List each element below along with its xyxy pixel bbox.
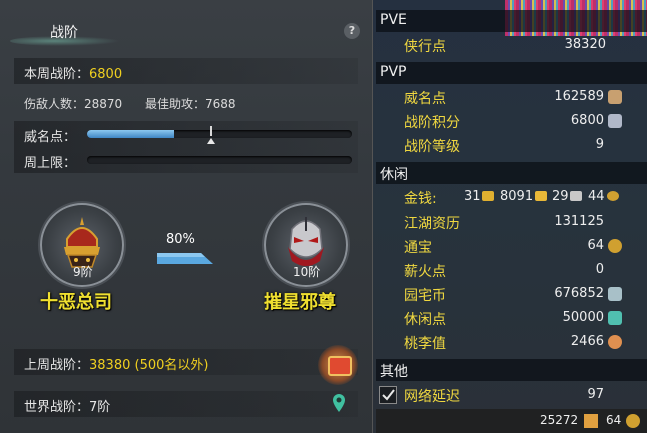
week-rank-label: 本周战阶： [24,67,90,82]
row-jianghu: 江湖资历 131125 [404,214,604,232]
row-money: 金钱: 31 8091 29 44 [376,185,647,209]
next-rank-name: 摧星邪尊 [264,292,336,313]
arrow-right-icon [157,253,213,264]
advance-percent: 80% [166,232,195,247]
week-rank-row: 本周战阶：6800 [14,58,358,84]
week-cap-bar [87,156,352,164]
panel-title: 战阶 [50,25,78,41]
leisure-points-icon [608,311,622,325]
best-assist-value: 7688 [205,97,236,111]
week-rank-value: 6800 [89,67,123,82]
kills-value: 28870 [84,97,123,111]
rank-points-icon [608,114,622,128]
last-week-value: 38380 (500名以外) [89,358,209,373]
fame-marker [210,126,212,136]
peach-icon [608,335,622,349]
fame-progress-fill [87,130,175,138]
silver-ingot-icon [570,191,582,201]
world-rank-row: 世界战阶：7阶 [14,391,358,417]
best-assist-label: 最佳助攻： [145,97,206,111]
flag-icon [584,414,598,428]
bottom-status-bar: 25272 64 [376,409,647,433]
row-xinhuo: 薪火点 0 [404,262,604,280]
gold-ingot-icon [535,191,547,201]
row-leisure-points: 休闲点 50000 [376,306,636,330]
row-tongbao: 通宝 64 [376,234,636,258]
garden-coin-icon [608,287,622,301]
current-rank-level: 9阶 [73,265,93,279]
kills-label: 伤敌人数： [24,97,85,111]
fame-label: 威名点： [24,130,77,145]
fame-progress-bar [87,126,352,144]
section-pvp: PVP [376,62,647,84]
last-week-row: 上周战阶：38380 (500名以外) [14,349,358,375]
next-rank-level: 10阶 [293,265,321,279]
bottom-left-value: 25272 [540,413,579,427]
current-rank-name: 十恶总司 [40,292,112,313]
location-pin-icon[interactable] [332,393,346,413]
copper-coin-icon [607,191,619,201]
row-taoli: 桃李值 2466 [376,330,636,354]
fame-icon [608,90,622,104]
gold-bar-icon [482,191,494,201]
row-fame: 威名点 162589 [376,85,636,109]
row-latency: 网络延迟 97 [404,387,604,405]
world-rank-value: 7阶 [89,400,111,415]
last-week-label: 上周战阶： [24,358,90,373]
section-leisure: 休闲 [376,162,647,184]
section-pve: PVE [376,10,647,32]
row-rank-points: 战阶积分 6800 [376,109,636,133]
world-rank-label: 世界战阶： [24,400,90,415]
section-other: 其他 [376,359,647,381]
bottom-right-value: 64 [606,413,622,427]
row-rank-level: 战阶等级 9 [404,137,604,155]
row-xiaxing: 侠行点 38320 [404,37,606,55]
reward-chest-icon[interactable] [318,345,358,385]
row-garden-coin: 园宅币 676852 [376,282,636,306]
week-cap-label: 周上限： [24,156,77,171]
fame-marker-arrow [207,138,215,144]
tongbao-coin-icon [608,239,622,253]
help-button[interactable]: ? [344,23,360,39]
coin-icon [626,414,640,428]
